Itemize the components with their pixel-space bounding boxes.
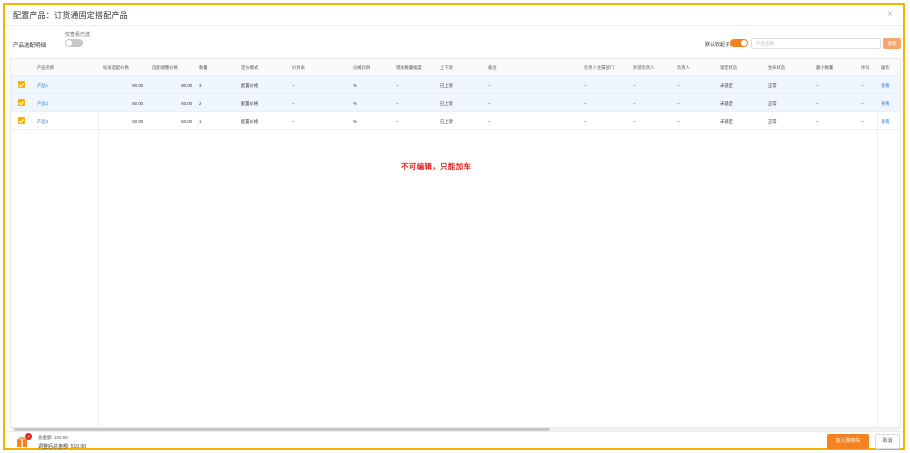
owner: --: [677, 119, 680, 124]
table-row[interactable]: 产品2 60.00 60.00 2 配置价格 -- % -- 已上架 -- --…: [11, 94, 900, 112]
view-link[interactable]: 查看: [881, 119, 890, 125]
toggle-knob: [741, 40, 747, 46]
product-name-link[interactable]: 产品3: [37, 119, 48, 125]
remark: --: [488, 119, 491, 124]
ratio: %: [353, 83, 357, 88]
ratio: %: [353, 119, 357, 124]
product-table: 产品名称 标准选配价格 选配调整价格 数量 定价模式 价目表 分摊比例 增加数量…: [10, 58, 901, 428]
shelf-status: 已上架: [440, 101, 453, 106]
owner-dept: --: [584, 101, 587, 106]
external-owner: --: [633, 119, 636, 124]
pricing-mode: 配置价格: [241, 101, 259, 106]
std-price: 50.00: [132, 119, 143, 124]
col-header: 产品名称: [37, 65, 55, 70]
col-header: 序号: [861, 65, 870, 70]
col-header: 负责人: [677, 65, 690, 70]
detail-label: 产品选配明细: [13, 43, 47, 49]
adj-price: 80.00: [181, 83, 192, 88]
config-product-dialog: 配置产品：订货通固定搭配产品 × 产品选配明细 仅查看已选 默认收起子级 搜索 …: [3, 3, 905, 450]
col-header: 生命状态: [768, 65, 786, 70]
cancel-button[interactable]: 取消: [875, 434, 900, 449]
product-search-input[interactable]: [751, 38, 881, 49]
external-owner: --: [633, 101, 636, 106]
footer-divider: [5, 431, 903, 432]
view-link[interactable]: 查看: [881, 83, 890, 89]
dialog-title: 配置产品：订货通固定搭配产品: [13, 11, 128, 20]
life-status: 正常: [768, 83, 777, 88]
table-row[interactable]: 产品1 80.00 80.00 3 配置价格 -- % -- 已上架 -- --…: [11, 76, 900, 94]
remark: --: [488, 101, 491, 106]
product-name-link[interactable]: 产品1: [37, 83, 48, 89]
remark: --: [488, 83, 491, 88]
ratio: %: [353, 101, 357, 106]
std-price: 80.00: [132, 83, 143, 88]
lock-status: 未锁定: [720, 101, 733, 106]
owner-dept: --: [584, 119, 587, 124]
seq: --: [861, 119, 864, 124]
table-header: 产品名称 标准选配价格 选配调整价格 数量 定价模式 价目表 分摊比例 增加数量…: [11, 59, 900, 76]
row-checkbox[interactable]: [18, 81, 25, 88]
min-qty: --: [816, 83, 819, 88]
external-owner: --: [633, 83, 636, 88]
col-header: 最小数量: [816, 65, 834, 70]
product-name-link[interactable]: 产品2: [37, 101, 48, 107]
seq: --: [861, 101, 864, 106]
cart-count-badge: 3: [25, 433, 32, 440]
min-qty: --: [816, 119, 819, 124]
toggle-knob: [66, 40, 72, 46]
quantity: 3: [199, 83, 202, 88]
col-header: 选配调整价格: [152, 65, 178, 70]
life-status: 正常: [768, 101, 777, 106]
increment: --: [396, 83, 399, 88]
owner: --: [677, 101, 680, 106]
default-collapse-toggle[interactable]: [730, 39, 748, 47]
col-header: 备注: [488, 65, 497, 70]
increment: --: [396, 101, 399, 106]
only-selected-label: 仅查看已选: [65, 32, 91, 38]
title-divider: [5, 25, 903, 26]
adjusted-total-amount: 调整后总金额: 510.00: [38, 444, 87, 450]
owner-dept: --: [584, 83, 587, 88]
col-header: 价目表: [292, 65, 305, 70]
owner: --: [677, 83, 680, 88]
row-checkbox[interactable]: [18, 99, 25, 106]
total-amount: 总金额: 100.00: [38, 435, 68, 440]
add-to-cart-button[interactable]: 加入购物车: [827, 434, 869, 449]
col-header: 上下架: [440, 65, 453, 70]
readonly-notice: 不可编辑，只能加车: [401, 162, 472, 171]
increment: --: [396, 119, 399, 124]
pricebook: --: [292, 83, 295, 88]
only-selected-toggle[interactable]: [65, 39, 83, 47]
pricebook: --: [292, 119, 295, 124]
pricing-mode: 配置价格: [241, 119, 259, 124]
col-header: 外部负责人: [633, 65, 655, 70]
life-status: 正常: [768, 119, 777, 124]
pricing-mode: 配置价格: [241, 83, 259, 88]
col-header: 锁定状态: [720, 65, 738, 70]
col-header: 数量: [199, 65, 208, 70]
col-header: 标准选配价格: [103, 65, 129, 70]
std-price: 60.00: [132, 101, 143, 106]
lock-status: 未锁定: [720, 83, 733, 88]
col-header: 分摊比例: [353, 65, 371, 70]
col-header: 负责人主属部门: [584, 65, 615, 70]
lock-status: 未锁定: [720, 119, 733, 124]
quantity: 1: [199, 119, 202, 124]
col-header: 定价模式: [241, 65, 259, 70]
min-qty: --: [816, 101, 819, 106]
col-header: 增加数量幅度: [396, 65, 422, 70]
quantity: 2: [199, 101, 202, 106]
row-checkbox[interactable]: [18, 117, 25, 124]
view-link[interactable]: 查看: [881, 101, 890, 107]
search-button[interactable]: 搜索: [883, 38, 901, 49]
seq: --: [861, 83, 864, 88]
adj-price: 60.00: [181, 101, 192, 106]
shelf-status: 已上架: [440, 119, 453, 124]
col-header: 操作: [881, 65, 890, 70]
shelf-status: 已上架: [440, 83, 453, 88]
adj-price: 50.00: [181, 119, 192, 124]
close-icon[interactable]: ×: [887, 9, 893, 20]
table-row[interactable]: 产品3 50.00 50.00 1 配置价格 -- % -- 已上架 -- --…: [11, 112, 900, 130]
pricebook: --: [292, 101, 295, 106]
